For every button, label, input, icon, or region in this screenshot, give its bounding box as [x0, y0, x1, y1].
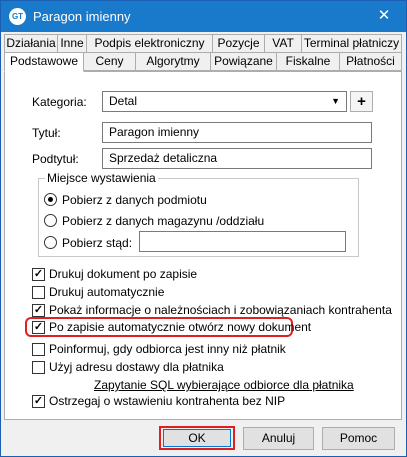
tytul-input[interactable]: Paragon imienny	[102, 122, 372, 143]
radio-from-warehouse-label[interactable]: Pobierz z danych magazynu /oddziału	[62, 214, 264, 228]
podtytul-input[interactable]: Sprzedaż detaliczna	[102, 148, 372, 169]
tab-platnosci[interactable]: Płatności	[339, 52, 402, 71]
tab-pozycje[interactable]: Pozycje	[212, 34, 265, 53]
issue-place-title: Miejsce wystawienia	[45, 171, 158, 185]
chevron-down-icon[interactable]: ▼	[331, 92, 340, 111]
content-panel: Kategoria: Detal ▼ + Tytuł: Paragon imie…	[4, 71, 402, 420]
checkbox-use-delivery-address-label[interactable]: Użyj adresu dostawy dla płatnika	[49, 360, 224, 374]
kategoria-value: Detal	[109, 94, 138, 108]
kategoria-label: Kategoria:	[32, 95, 87, 109]
cancel-button[interactable]: Anuluj	[243, 427, 314, 450]
tab-dzialania[interactable]: Działania	[4, 34, 58, 53]
help-button[interactable]: Pomoc	[322, 427, 395, 450]
tab-fiskalne[interactable]: Fiskalne	[276, 52, 340, 71]
tab-powiazane[interactable]: Powiązane	[210, 52, 277, 71]
window-title: Paragon imienny	[33, 9, 131, 24]
checkbox-print-after-save[interactable]: ✓	[32, 268, 45, 281]
radio-from-here-label[interactable]: Pobierz stąd:	[62, 236, 132, 250]
close-icon[interactable]: ✕	[371, 5, 397, 27]
checkbox-show-receivables-label[interactable]: Pokaż informacje o należnościach i zobow…	[49, 303, 392, 317]
tab-inne[interactable]: Inne	[57, 34, 87, 53]
tab-podpis-elektroniczny[interactable]: Podpis elektroniczny	[86, 34, 213, 53]
tab-vat[interactable]: VAT	[264, 34, 302, 53]
checkbox-use-delivery-address[interactable]	[32, 361, 45, 374]
tab-ceny[interactable]: Ceny	[83, 52, 136, 71]
checkbox-auto-print-label[interactable]: Drukuj automatycznie	[49, 285, 164, 299]
kategoria-select[interactable]: Detal ▼	[102, 91, 347, 112]
checkbox-auto-print[interactable]	[32, 286, 45, 299]
tab-podstawowe[interactable]: Podstawowe	[4, 52, 84, 72]
checkbox-open-new-document-label[interactable]: Po zapisie automatycznie otwórz nowy dok…	[49, 320, 311, 334]
sql-query-link[interactable]: Zapytanie SQL wybierające odbiorce dla p…	[94, 378, 354, 392]
app-logo-icon: GT	[9, 8, 26, 25]
custom-place-input[interactable]	[139, 231, 346, 252]
tytul-label: Tytuł:	[32, 126, 61, 140]
radio-from-warehouse[interactable]	[44, 214, 57, 227]
checkbox-open-new-document[interactable]: ✓	[32, 321, 45, 334]
checkbox-show-receivables[interactable]: ✓	[32, 304, 45, 317]
checkbox-print-after-save-label[interactable]: Drukuj dokument po zapisie	[49, 267, 197, 281]
checkbox-warn-no-nip[interactable]: ✓	[32, 395, 45, 408]
dialog-window: GT Paragon imienny ✕ Działania Inne Podp…	[0, 0, 407, 457]
radio-from-entity[interactable]	[44, 193, 57, 206]
ok-button[interactable]: OK	[163, 429, 231, 447]
checkbox-notify-recipient-label[interactable]: Poinformuj, gdy odbiorca jest inny niż p…	[49, 342, 286, 356]
podtytul-label: Podtytuł:	[32, 152, 79, 166]
tab-algorytmy[interactable]: Algorytmy	[135, 52, 211, 71]
checkbox-notify-recipient[interactable]	[32, 343, 45, 356]
radio-from-here[interactable]	[44, 236, 57, 249]
radio-from-entity-label[interactable]: Pobierz z danych podmiotu	[62, 193, 207, 207]
title-bar[interactable]: GT Paragon imienny ✕	[1, 1, 406, 32]
checkbox-warn-no-nip-label[interactable]: Ostrzegaj o wstawieniu kontrahenta bez N…	[49, 394, 285, 408]
add-category-button[interactable]: +	[350, 91, 373, 112]
tab-terminal-platniczy[interactable]: Terminal płatniczy	[301, 34, 402, 53]
